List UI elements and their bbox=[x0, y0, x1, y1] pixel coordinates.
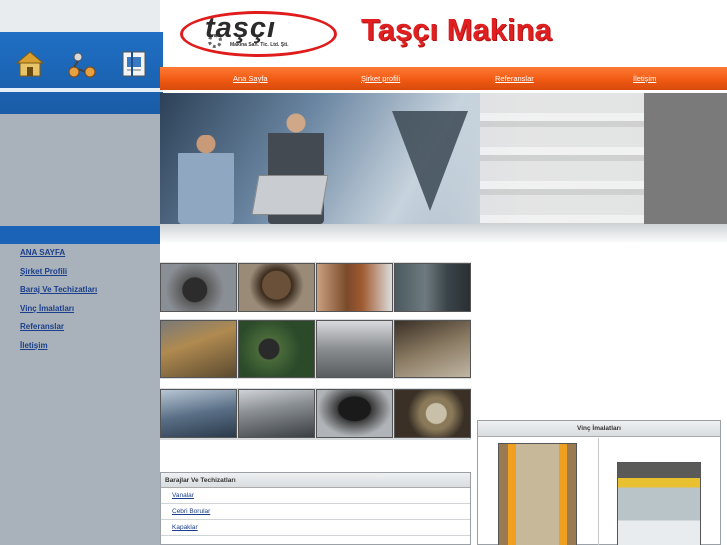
hero-shadow bbox=[160, 224, 727, 244]
thumb-image-12[interactable] bbox=[394, 389, 471, 438]
left-menu-item-ana-sayfa[interactable]: ANA SAYFA bbox=[20, 248, 97, 257]
hero-person-woman bbox=[178, 135, 234, 224]
thumb-image-5[interactable] bbox=[160, 320, 237, 378]
vinc-image-gantry-crane[interactable] bbox=[498, 443, 577, 545]
thumb-image-7[interactable] bbox=[316, 320, 393, 378]
thumb-image-3[interactable] bbox=[316, 263, 393, 312]
nav-iletisim[interactable]: İletişim bbox=[633, 74, 656, 83]
thumb-image-9[interactable] bbox=[160, 389, 237, 438]
baraj-panel-title: Barajlar Ve Techizatları bbox=[161, 473, 470, 488]
thumb-image-11[interactable] bbox=[316, 389, 393, 438]
logo-subtitle: Makina San. Tic. Ltd. Şti. bbox=[230, 42, 289, 48]
baraj-panel: Barajlar Ve Techizatları Vanalar Cebri B… bbox=[160, 472, 471, 545]
left-menu-band bbox=[0, 226, 160, 244]
left-menu-item-iletisim[interactable]: İletişim bbox=[20, 341, 97, 350]
baraj-link-kapaklar[interactable]: Kapaklar bbox=[161, 520, 470, 536]
contact-icon[interactable] bbox=[118, 48, 150, 80]
thumb-image-4[interactable] bbox=[394, 263, 471, 312]
network-icon[interactable] bbox=[66, 48, 98, 80]
nav-ana-sayfa[interactable]: Ana Sayfa bbox=[233, 74, 268, 83]
hero-grey-block bbox=[644, 93, 727, 224]
left-menu-item-referanslar[interactable]: Referanslar bbox=[20, 322, 97, 331]
thumb-image-10[interactable] bbox=[238, 389, 315, 438]
site-title: Taşçı Makina bbox=[361, 12, 552, 47]
nav-sirket-profili[interactable]: Şirket profili bbox=[361, 74, 400, 83]
left-top-strip bbox=[0, 0, 160, 32]
vinc-image-bridge-crane[interactable] bbox=[617, 462, 701, 545]
quick-icons-divider bbox=[0, 88, 163, 92]
thumb-image-2[interactable] bbox=[238, 263, 315, 312]
thumb-image-8[interactable] bbox=[394, 320, 471, 378]
nav-referanslar[interactable]: Referanslar bbox=[495, 74, 534, 83]
vinc-panel: Vinç İmalatları bbox=[477, 420, 721, 545]
left-menu-item-sirket-profili[interactable]: Şirket Profili bbox=[20, 267, 97, 276]
vinc-panel-title: Vinç İmalatları bbox=[478, 421, 720, 437]
hero-stripes bbox=[480, 93, 644, 224]
thumb-image-1[interactable] bbox=[160, 263, 237, 312]
logo: taşçı bbox=[205, 12, 277, 44]
left-menu-item-baraj[interactable]: Baraj Ve Techizatları bbox=[20, 285, 97, 294]
vinc-panel-divider bbox=[598, 438, 599, 545]
hero-banner bbox=[160, 93, 727, 224]
thumb-image-6[interactable] bbox=[238, 320, 315, 378]
left-menu-item-vinc[interactable]: Vinç İmalatları bbox=[20, 304, 97, 313]
hero-v-structure bbox=[392, 111, 468, 211]
baraj-link-vanalar[interactable]: Vanalar bbox=[161, 488, 470, 504]
baraj-link-cebri-borular[interactable]: Cebri Borular bbox=[161, 504, 470, 520]
left-menu: ANA SAYFA Şirket Profili Baraj Ve Techiz… bbox=[20, 248, 97, 359]
hero-laptop bbox=[251, 175, 329, 215]
home-icon[interactable] bbox=[14, 48, 46, 80]
